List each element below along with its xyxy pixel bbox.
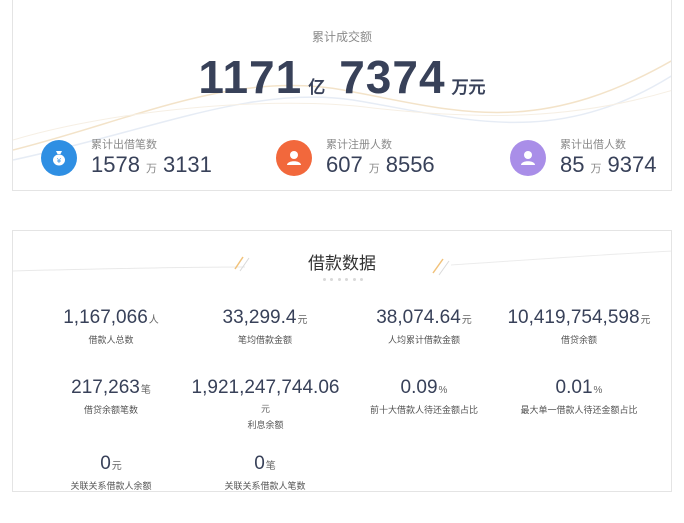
total-volume-yi: 1171 <box>198 51 303 103</box>
stat-unit: 万 <box>368 163 380 175</box>
metric-label: 关联关系借款人余额 <box>70 481 152 491</box>
stat-value-part2: 9374 <box>607 152 657 177</box>
section-title: 借款数据 <box>308 254 376 273</box>
metric-value: 33,299.4 <box>222 307 297 328</box>
metric-interest-balance: 1,921,247,744.06 元 利息余额 <box>178 377 353 431</box>
metric-label: 利息余额 <box>247 420 284 430</box>
metric-label: 借贷余额 <box>560 335 597 345</box>
stat-value-part1: 85 <box>560 152 585 177</box>
metric-unit: 元 <box>260 404 270 414</box>
metric-loan-balance-count: 217,263笔 借贷余额笔数 <box>31 377 191 416</box>
stat-value: 1578 万 3131 <box>91 152 212 178</box>
metric-value: 1,921,247,744.06 <box>191 377 340 398</box>
metric-unit: 笔 <box>265 461 276 472</box>
unit-wanyuan: 万元 <box>451 78 486 97</box>
metric-unit: % <box>438 385 448 396</box>
total-volume-value: 1171 亿 7374 万元 <box>13 50 671 104</box>
metric-label: 借款人总数 <box>88 335 134 345</box>
metric-related-borrower-balance: 0元 关联关系借款人余额 <box>31 453 191 491</box>
unit-yi: 亿 <box>308 78 326 97</box>
metric-value: 217,263 <box>71 377 140 398</box>
metric-label: 前十大借款人待还金额占比 <box>369 405 478 415</box>
metric-unit: 元 <box>297 315 308 326</box>
metric-label: 人均累计借款金额 <box>387 335 460 345</box>
loan-data-card: 借款数据 1,167,066人 借款人总数 33,299.4元 笔均借款金额 3… <box>12 230 672 492</box>
metric-related-borrower-count: 0笔 关联关系借款人笔数 <box>185 453 345 491</box>
stat-label: 累计注册人数 <box>326 139 392 151</box>
metric-label: 最大单一借款人待还金额占比 <box>520 405 638 415</box>
title-divider-dots <box>323 278 363 282</box>
svg-text:¥: ¥ <box>57 157 62 165</box>
total-volume-caption: 累计成交额 <box>311 30 372 44</box>
metric-avg-loan-amount: 33,299.4元 笔均借款金额 <box>185 307 345 346</box>
metric-unit: 元 <box>461 315 472 326</box>
metric-value: 10,419,754,598 <box>507 307 640 328</box>
metric-label: 笔均借款金额 <box>237 335 292 345</box>
stat-value-part2: 8556 <box>385 152 435 177</box>
metric-label: 借贷余额笔数 <box>83 405 138 415</box>
total-volume-wan: 7374 <box>339 51 446 103</box>
metric-unit: 元 <box>640 315 651 326</box>
metric-label: 关联关系借款人笔数 <box>224 481 306 491</box>
stat-value-part2: 3131 <box>162 152 212 177</box>
stat-label: 累计出借笔数 <box>91 139 157 151</box>
metric-value: 0.01 <box>555 377 593 398</box>
metric-unit: 人 <box>148 315 159 326</box>
metric-value: 0 <box>100 453 111 474</box>
user-icon <box>276 140 312 176</box>
stat-unit: 万 <box>590 163 602 175</box>
metric-value: 1,167,066 <box>63 307 148 328</box>
stat-value-part1: 607 <box>326 152 363 177</box>
metric-unit: 元 <box>111 461 122 472</box>
metric-per-capita-loan-amount: 38,074.64元 人均累计借款金额 <box>344 307 504 346</box>
stat-value: 85 万 9374 <box>560 152 656 178</box>
money-bag-icon: ¥ <box>41 140 77 176</box>
metric-value: 0.09 <box>400 377 438 398</box>
stat-label: 累计出借人数 <box>560 139 626 151</box>
stat-value: 607 万 8556 <box>326 152 435 178</box>
metric-value: 0 <box>254 453 265 474</box>
metric-value: 38,074.64 <box>376 307 461 328</box>
metric-largest-borrower-ratio: 0.01% 最大单一借款人待还金额占比 <box>499 377 659 416</box>
metric-total-borrowers: 1,167,066人 借款人总数 <box>31 307 191 346</box>
metric-unit: 笔 <box>140 385 151 396</box>
summary-card: 累计成交额 1171 亿 7374 万元 ¥ 累计出借笔数 1578 万 3131 累计注… <box>12 0 672 191</box>
stat-value-part1: 1578 <box>91 152 140 177</box>
metric-loan-balance: 10,419,754,598元 借贷余额 <box>494 307 664 346</box>
stat-unit: 万 <box>145 163 157 175</box>
metric-top10-borrower-ratio: 0.09% 前十大借款人待还金额占比 <box>344 377 504 416</box>
user-icon <box>510 140 546 176</box>
metric-unit: % <box>593 385 603 396</box>
